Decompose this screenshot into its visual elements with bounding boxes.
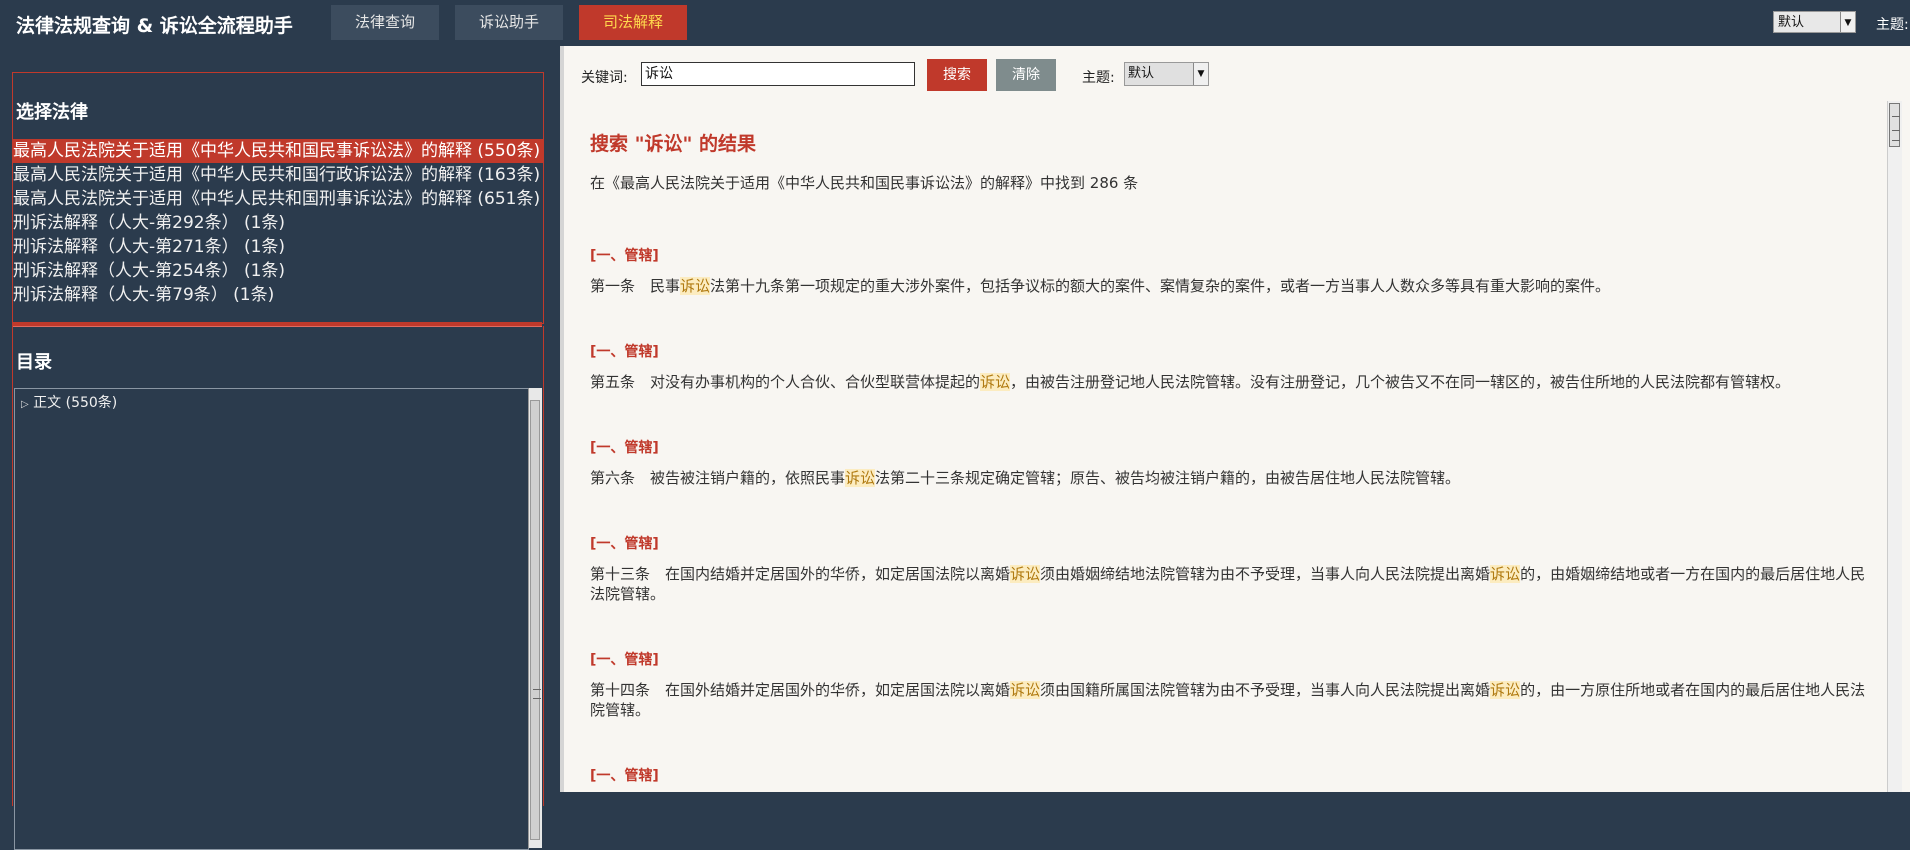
toc-tree[interactable]: ▷ 正文 (550条) <box>14 388 529 850</box>
law-item-npc-254[interactable]: 刑诉法解释（人大-第254条） (1条) <box>12 259 544 283</box>
grip-icon <box>533 689 541 699</box>
theme-select-value: 默认 <box>1128 66 1155 81</box>
keyword-highlight: 诉讼 <box>1490 681 1521 699</box>
result-entry: [一、管辖] <box>590 766 1880 842</box>
result-entry: [一、管辖] 第五条 对没有办事机构的个人合伙、合伙型联营体提起的诉讼，由被告注册… <box>590 342 1880 438</box>
law-item-npc-79[interactable]: 刑诉法解释（人大-第79条） (1条) <box>12 283 544 307</box>
law-item-civil-procedure[interactable]: 最高人民法院关于适用《中华人民共和国民事诉讼法》的解释 (550条) <box>12 139 544 163</box>
result-entry: [一、管辖] 第十三条 在国内结婚并定居国外的华侨，如定居国法院以离婚诉讼须由婚姻… <box>590 534 1880 650</box>
theme-select[interactable]: 默认 ▼ <box>1124 62 1209 86</box>
result-text: 第五条 对没有办事机构的个人合伙、合伙型联营体提起的诉讼，由被告注册登记地人民法… <box>590 373 1791 391</box>
result-category: [一、管辖] <box>590 344 659 360</box>
result-category: [一、管辖] <box>590 248 659 264</box>
content-scrollbar-thumb[interactable] <box>1889 103 1900 147</box>
result-text: 第一条 民事诉讼法第十九条第一项规定的重大涉外案件，包括争议标的额大的案件、案情… <box>590 277 1611 295</box>
chevron-down-icon: ▼ <box>1193 63 1208 85</box>
keyword-highlight: 诉讼 <box>1010 565 1041 583</box>
content-scrollbar[interactable] <box>1887 101 1902 792</box>
tab-judicial-interpretation[interactable]: 司法解释 <box>579 5 687 40</box>
grip-line <box>1892 140 1900 141</box>
chevron-down-icon: ▼ <box>1840 12 1855 32</box>
keyword-highlight: 诉讼 <box>1010 681 1041 699</box>
result-entry: [一、管辖] 第一条 民事诉讼法第十九条第一项规定的重大涉外案件，包括争议标的额大… <box>590 246 1880 342</box>
result-category: [一、管辖] <box>590 536 659 552</box>
toc-scrollbar-thumb[interactable] <box>530 400 541 840</box>
law-item-criminal-procedure[interactable]: 最高人民法院关于适用《中华人民共和国刑事诉讼法》的解释 (651条) <box>12 187 544 211</box>
law-item-administrative-procedure[interactable]: 最高人民法院关于适用《中华人民共和国行政诉讼法》的解释 (163条) <box>12 163 544 187</box>
result-text: 第六条 被告被注销户籍的，依照民事诉讼法第二十三条规定确定管辖；原告、被告均被注… <box>590 469 1461 487</box>
theme-label: 主题: <box>1082 70 1115 86</box>
results-title: 搜索 "诉讼" 的结果 <box>590 133 757 155</box>
top-bar: 法律法规查询 & 诉讼全流程助手 法律查询 诉讼助手 司法解释 默认 ▼ 主题: <box>0 0 1910 46</box>
top-theme-select[interactable]: 默认 ▼ <box>1773 11 1856 33</box>
clear-button[interactable]: 清除 <box>996 59 1056 91</box>
toc-scrollbar[interactable] <box>528 388 542 848</box>
sidebar: 选择法律 最高人民法院关于适用《中华人民共和国民事诉讼法》的解释 (550条) … <box>0 46 560 850</box>
result-category: [一、管辖] <box>590 440 659 456</box>
keyword-highlight: 诉讼 <box>980 373 1011 391</box>
keyword-highlight: 诉讼 <box>845 469 876 487</box>
app-title: 法律法规查询 & 诉讼全流程助手 <box>16 15 293 37</box>
laws-section-title: 选择法律 <box>16 102 88 123</box>
results-list: [一、管辖] 第一条 民事诉讼法第十九条第一项规定的重大涉外案件，包括争议标的额大… <box>590 246 1880 842</box>
law-item-npc-292[interactable]: 刑诉法解释（人大-第292条） (1条) <box>12 211 544 235</box>
keyword-label: 关键词: <box>581 70 628 86</box>
law-list: 最高人民法院关于适用《中华人民共和国民事诉讼法》的解释 (550条) 最高人民法… <box>12 139 544 307</box>
result-entry: [一、管辖] 第六条 被告被注销户籍的，依照民事诉讼法第二十三条规定确定管辖；原告… <box>590 438 1880 534</box>
chevron-right-icon: ▷ <box>21 399 29 410</box>
main-content: 关键词: 诉讼 搜索 清除 主题: 默认 ▼ 搜索 "诉讼" 的结果 在《最高人… <box>564 46 1910 792</box>
result-entry: [一、管辖] 第十四条 在国外结婚并定居国外的华侨，如定居国法院以离婚诉讼须由国籍… <box>590 650 1880 766</box>
tab-law-query[interactable]: 法律查询 <box>331 5 439 40</box>
result-category: [一、管辖] <box>590 652 659 668</box>
tree-node-label: 正文 (550条) <box>33 395 118 411</box>
result-text: 第十三条 在国内结婚并定居国外的华侨，如定居国法院以离婚诉讼须由婚姻缔结地法院管… <box>590 565 1866 603</box>
tree-node-main-text[interactable]: ▷ 正文 (550条) <box>21 392 117 412</box>
law-item-npc-271[interactable]: 刑诉法解释（人大-第271条） (1条) <box>12 235 544 259</box>
results-summary: 在《最高人民法院关于适用《中华人民共和国民事诉讼法》的解释》中找到 286 条 <box>590 174 1139 192</box>
top-theme-select-value: 默认 <box>1778 15 1805 30</box>
tab-litigation-assistant[interactable]: 诉讼助手 <box>455 5 563 40</box>
keyword-input[interactable]: 诉讼 <box>641 62 915 86</box>
keyword-highlight: 诉讼 <box>1490 565 1521 583</box>
grip-line <box>1892 116 1900 117</box>
result-category: [一、管辖] <box>590 768 659 784</box>
result-text: 第十四条 在国外结婚并定居国外的华侨，如定居国法院以离婚诉讼须由国籍所属国法院管… <box>590 681 1866 719</box>
keyword-highlight: 诉讼 <box>680 277 711 295</box>
search-button[interactable]: 搜索 <box>927 59 987 91</box>
toc-section-title: 目录 <box>16 352 52 373</box>
grip-line <box>1892 130 1900 131</box>
top-theme-label: 主题: <box>1876 17 1909 33</box>
result-text <box>590 796 1880 842</box>
